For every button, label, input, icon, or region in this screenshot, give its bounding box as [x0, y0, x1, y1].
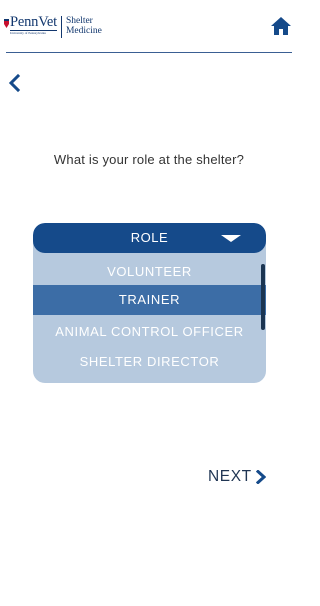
- logo-brand-name: PennVet: [10, 14, 57, 31]
- role-dropdown[interactable]: ROLE VOLUNTEER TRAINER ANIMAL CONTROL OF…: [33, 223, 266, 383]
- role-select-header[interactable]: ROLE: [33, 223, 266, 253]
- next-button[interactable]: NEXT: [208, 466, 266, 488]
- app-header: PennVet University of Pennsylvania Shelt…: [0, 0, 298, 52]
- header-divider: [6, 52, 292, 53]
- chevron-right-icon: [255, 470, 266, 484]
- role-option-trainer[interactable]: TRAINER: [33, 285, 266, 315]
- logo-dept-line2: Medicine: [65, 26, 102, 36]
- logo-department: Shelter Medicine: [66, 16, 102, 36]
- role-option-volunteer[interactable]: VOLUNTEER: [33, 257, 266, 287]
- next-label: NEXT: [208, 468, 252, 485]
- pennvet-logo: PennVet University of Pennsylvania Shelt…: [4, 15, 102, 41]
- logo-brand: PennVet University of Pennsylvania: [10, 15, 57, 36]
- chevron-left-icon[interactable]: [6, 73, 24, 93]
- home-icon[interactable]: [270, 15, 292, 37]
- logo-divider: [60, 16, 62, 38]
- caret-down-icon: [221, 235, 241, 242]
- dropdown-scrollbar[interactable]: [261, 264, 265, 330]
- logo-subtitle: University of Pennsylvania: [10, 31, 46, 35]
- logo-dept-line1: Shelter: [65, 16, 93, 26]
- role-option-animal-control-officer[interactable]: ANIMAL CONTROL OFFICER: [33, 317, 266, 347]
- role-option-shelter-director[interactable]: SHELTER DIRECTOR: [33, 347, 266, 377]
- shield-icon: [4, 19, 9, 28]
- role-question: What is your role at the shelter?: [53, 152, 245, 167]
